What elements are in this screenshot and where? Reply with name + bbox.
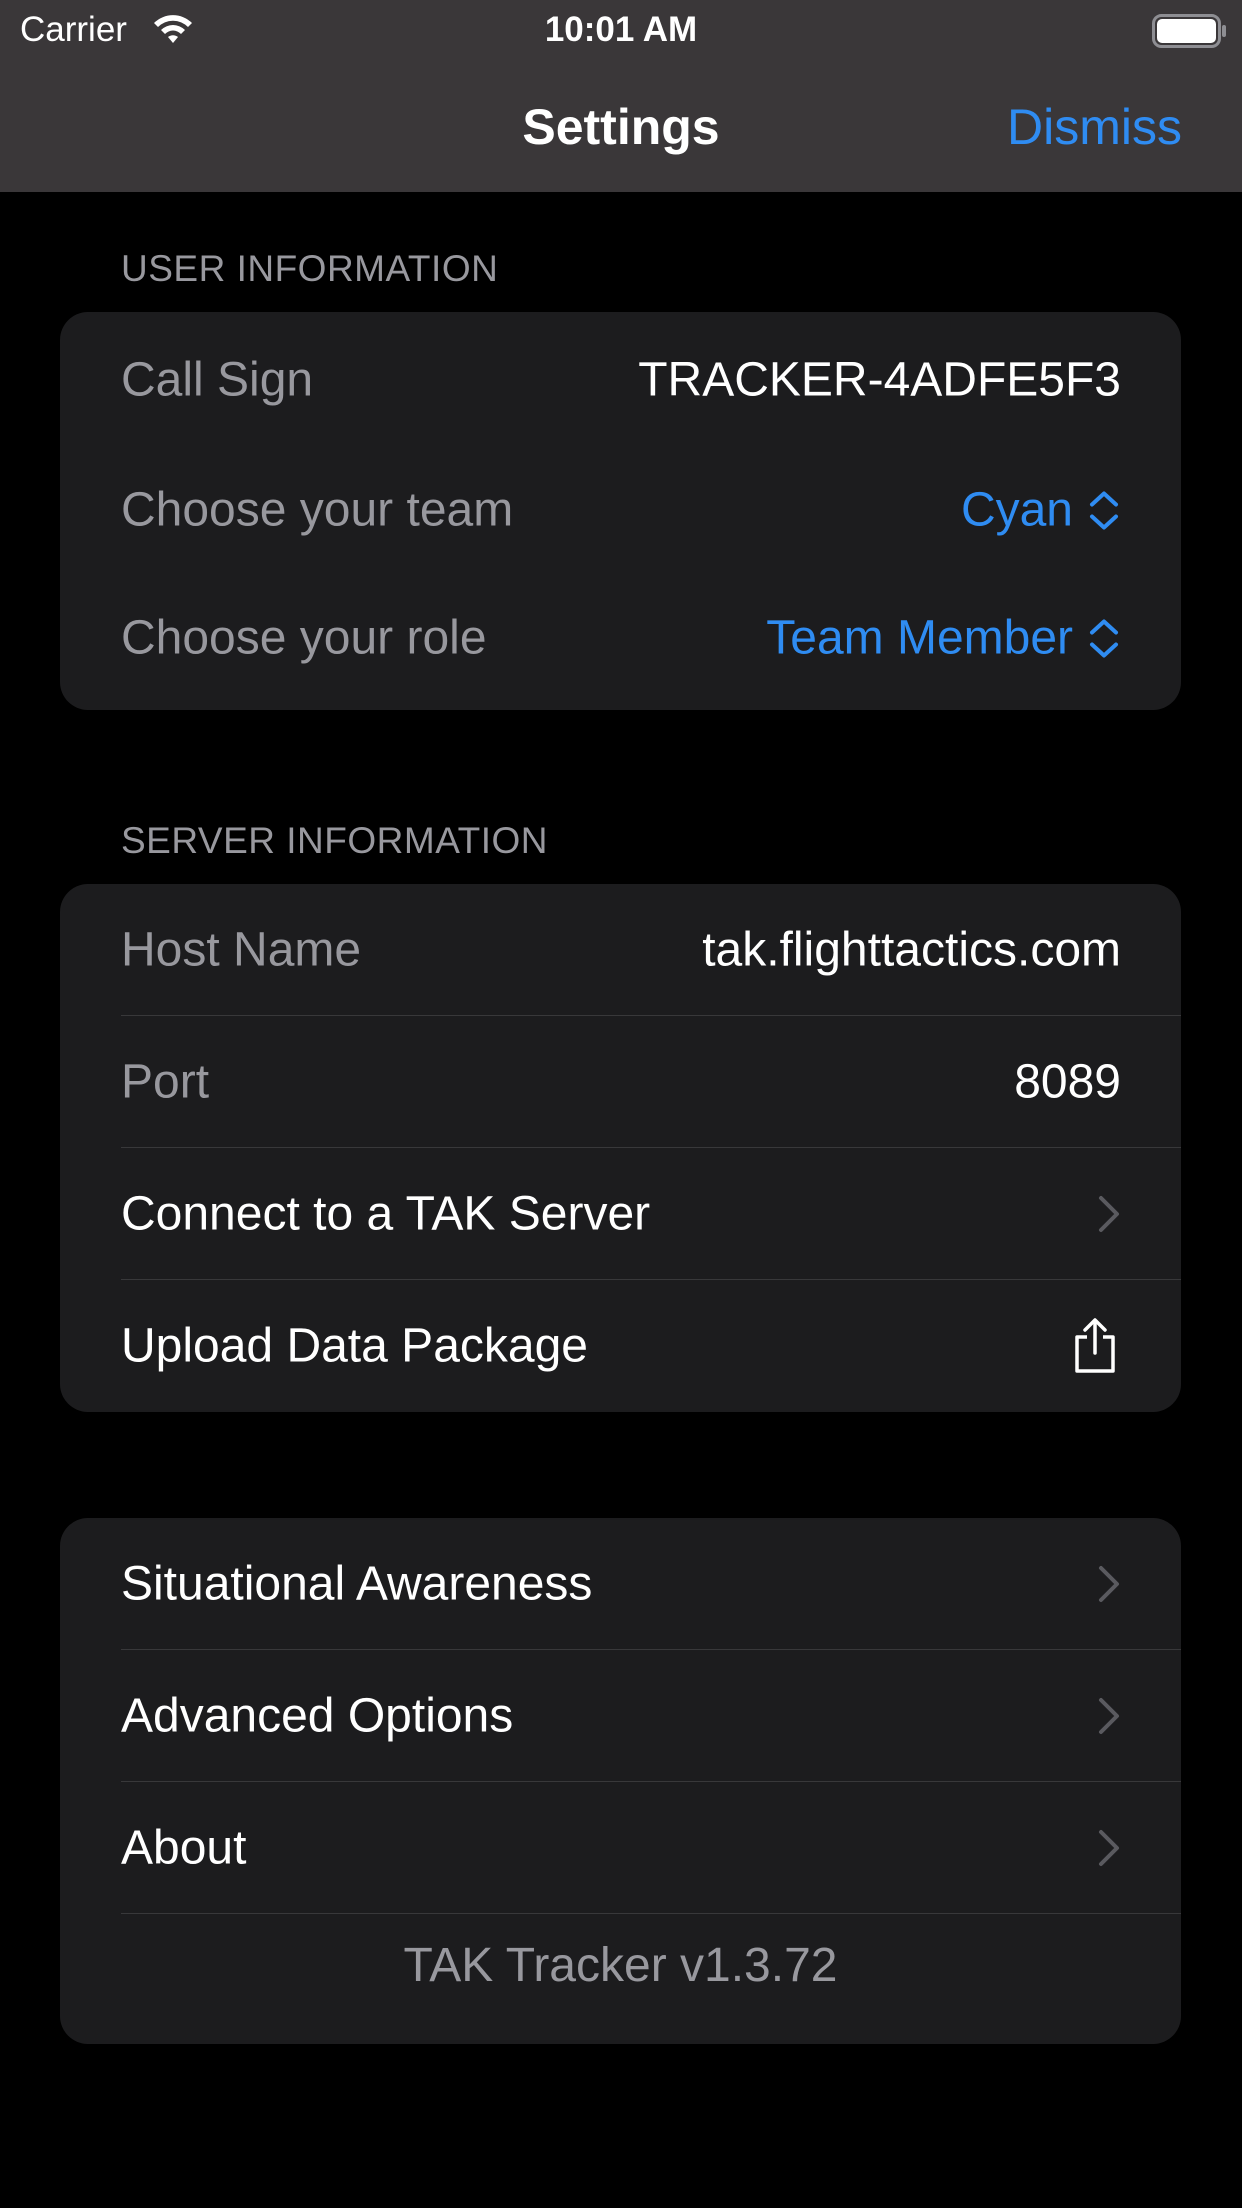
- upload-data-package-row[interactable]: Upload Data Package: [60, 1280, 1181, 1412]
- role-value: Team Member: [766, 611, 1073, 665]
- situational-awareness-label: Situational Awareness: [121, 1557, 593, 1611]
- connect-tak-server-label: Connect to a TAK Server: [121, 1187, 651, 1241]
- chevron-right-icon: [1099, 1566, 1119, 1602]
- navigation-header: Carrier 10:01 AM Settings Dismiss: [0, 0, 1242, 192]
- advanced-options-label: Advanced Options: [121, 1689, 514, 1743]
- status-bar: Carrier 10:01 AM: [0, 0, 1242, 62]
- chevron-right-icon: [1099, 1196, 1119, 1232]
- app-version-label: TAK Tracker v1.3.72: [403, 1939, 838, 1992]
- call-sign-row[interactable]: Call Sign TRACKER-4ADFE5F3: [60, 312, 1181, 448]
- team-picker[interactable]: Cyan: [961, 483, 1121, 538]
- status-time: 10:01 AM: [544, 10, 698, 49]
- call-sign-value[interactable]: TRACKER-4ADFE5F3: [638, 353, 1121, 408]
- team-picker-row[interactable]: Choose your team Cyan: [60, 448, 1181, 572]
- chevron-right-icon: [1099, 1698, 1119, 1734]
- about-label: About: [121, 1821, 247, 1875]
- row-separator: [121, 1913, 1181, 1914]
- role-label: Choose your role: [121, 611, 487, 665]
- battery-icon: [1152, 14, 1226, 48]
- chevron-up-down-icon: [1090, 619, 1118, 657]
- host-name-value[interactable]: tak.flighttactics.com: [702, 923, 1121, 978]
- host-name-row[interactable]: Host Name tak.flighttactics.com: [60, 884, 1181, 1016]
- port-label: Port: [121, 1055, 210, 1109]
- situational-awareness-row[interactable]: Situational Awareness: [60, 1518, 1181, 1650]
- role-picker[interactable]: Team Member: [766, 611, 1121, 666]
- user-information-card: Call Sign TRACKER-4ADFE5F3 Choose your t…: [60, 312, 1181, 710]
- host-name-label: Host Name: [121, 923, 362, 977]
- port-row[interactable]: Port 8089: [60, 1016, 1181, 1148]
- connect-tak-server-row[interactable]: Connect to a TAK Server: [60, 1148, 1181, 1280]
- share-icon[interactable]: [1071, 1317, 1119, 1375]
- dismiss-button[interactable]: Dismiss: [1007, 98, 1182, 156]
- server-information-card: Host Name tak.flighttactics.com Port 808…: [60, 884, 1181, 1412]
- port-value[interactable]: 8089: [1014, 1055, 1121, 1110]
- about-row[interactable]: About: [60, 1782, 1181, 1914]
- advanced-options-row[interactable]: Advanced Options: [60, 1650, 1181, 1782]
- team-value: Cyan: [960, 483, 1073, 537]
- upload-data-package-label: Upload Data Package: [121, 1319, 588, 1373]
- role-picker-row[interactable]: Choose your role Team Member: [60, 572, 1181, 704]
- chevron-up-down-icon: [1090, 491, 1118, 529]
- call-sign-label: Call Sign: [121, 353, 314, 407]
- user-information-header: USER INFORMATION: [121, 248, 499, 289]
- chevron-right-icon: [1099, 1830, 1119, 1866]
- more-options-card: Situational Awareness Advanced Options A…: [60, 1518, 1181, 2044]
- server-information-header: SERVER INFORMATION: [121, 820, 549, 861]
- team-label: Choose your team: [121, 483, 514, 537]
